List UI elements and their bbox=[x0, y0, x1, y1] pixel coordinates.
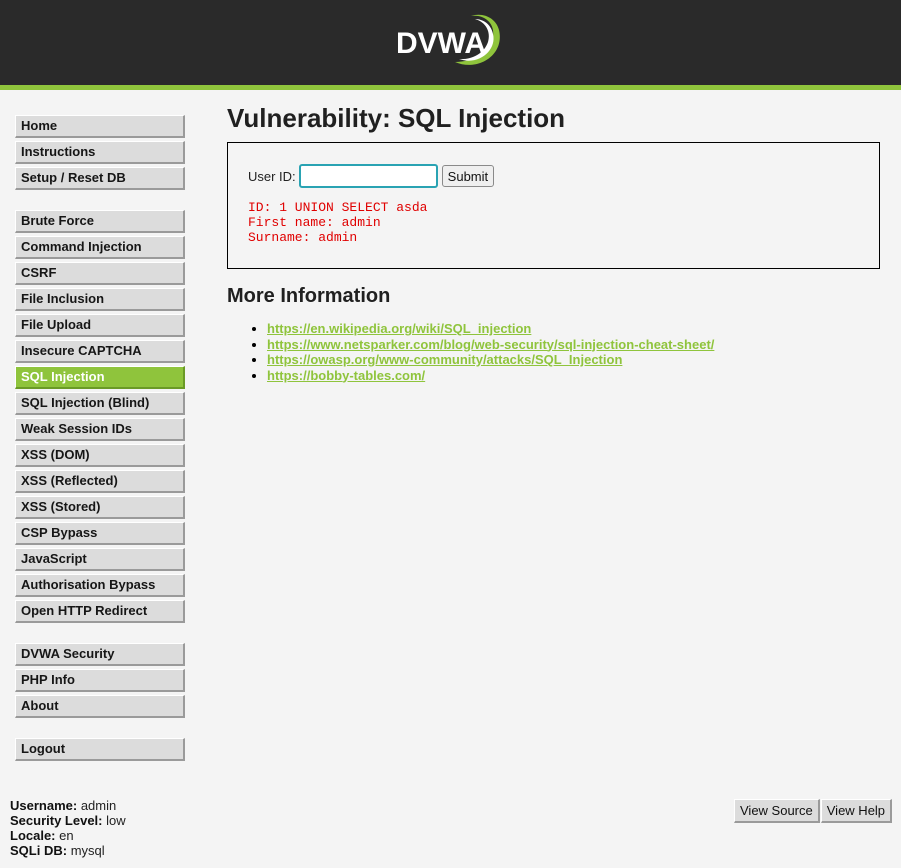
list-item: https://en.wikipedia.org/wiki/SQL_inject… bbox=[267, 321, 714, 337]
sqli-db-row: SQLi DB: mysql bbox=[10, 843, 126, 858]
list-item: https://www.netsparker.com/blog/web-secu… bbox=[267, 337, 714, 353]
menu-item-brute-force[interactable]: Brute Force bbox=[15, 210, 185, 233]
security-level-value: low bbox=[106, 813, 126, 828]
locale-value: en bbox=[59, 828, 74, 843]
username-label: Username: bbox=[10, 798, 78, 813]
list-item: https://owasp.org/www-community/attacks/… bbox=[267, 352, 714, 368]
reference-links-list: https://en.wikipedia.org/wiki/SQL_inject… bbox=[253, 321, 714, 383]
menu-item-command-injection[interactable]: Command Injection bbox=[15, 236, 185, 259]
menu-item-logout[interactable]: Logout bbox=[15, 738, 185, 761]
menu-item-weak-session-ids[interactable]: Weak Session IDs bbox=[15, 418, 185, 441]
view-help-button[interactable]: View Help bbox=[820, 799, 893, 823]
menu-item-authorisation-bypass[interactable]: Authorisation Bypass bbox=[15, 574, 185, 597]
menu-item-instructions[interactable]: Instructions bbox=[15, 141, 185, 164]
menu-item-about[interactable]: About bbox=[15, 695, 185, 718]
menu-item-dvwa-security[interactable]: DVWA Security bbox=[15, 643, 185, 666]
result-line-surname: Surname: admin bbox=[248, 230, 358, 245]
user-id-label: User ID: bbox=[248, 168, 296, 184]
view-source-button[interactable]: View Source bbox=[734, 799, 820, 823]
menu-item-open-http-redirect[interactable]: Open HTTP Redirect bbox=[15, 600, 185, 623]
result-line-first-name: First name: admin bbox=[248, 215, 381, 230]
sqli-db-label: SQLi DB: bbox=[10, 843, 68, 858]
list-item: https://bobby-tables.com/ bbox=[267, 368, 714, 384]
link-wikipedia-sql-injection[interactable]: https://en.wikipedia.org/wiki/SQL_inject… bbox=[267, 321, 531, 336]
locale-label: Locale: bbox=[10, 828, 56, 843]
menu-item-insecure-captcha[interactable]: Insecure CAPTCHA bbox=[15, 340, 185, 363]
menu-item-file-upload[interactable]: File Upload bbox=[15, 314, 185, 337]
menu-item-home[interactable]: Home bbox=[15, 115, 185, 138]
main-content: Vulnerability: SQL Injection User ID: Su… bbox=[227, 100, 882, 383]
menu-item-xss-dom[interactable]: XSS (DOM) bbox=[15, 444, 185, 467]
menu-item-file-inclusion[interactable]: File Inclusion bbox=[15, 288, 185, 311]
user-id-input[interactable] bbox=[298, 164, 438, 188]
menu-item-sql-injection-blind[interactable]: SQL Injection (Blind) bbox=[15, 392, 185, 415]
footer-buttons: View Source View Help bbox=[734, 799, 893, 823]
header-accent-stripe bbox=[0, 85, 901, 90]
session-info: Username: admin Security Level: low Loca… bbox=[10, 798, 126, 858]
dvwa-logo[interactable]: DVWA bbox=[393, 10, 505, 74]
sqli-db-value: mysql bbox=[70, 843, 105, 858]
username-value: admin bbox=[80, 798, 117, 813]
query-result: ID: 1 UNION SELECT asda First name: admi… bbox=[248, 200, 427, 245]
page-title: Vulnerability: SQL Injection bbox=[227, 103, 566, 133]
submit-button[interactable]: Submit bbox=[441, 165, 495, 187]
security-level-row: Security Level: low bbox=[10, 813, 126, 828]
svg-text:DVWA: DVWA bbox=[396, 27, 486, 60]
menu-item-javascript[interactable]: JavaScript bbox=[15, 548, 185, 571]
menu-item-sql-injection[interactable]: SQL Injection bbox=[15, 366, 185, 389]
menu-group-settings: DVWA Security PHP Info About bbox=[15, 643, 185, 721]
link-netsparker-cheat-sheet[interactable]: https://www.netsparker.com/blog/web-secu… bbox=[267, 337, 714, 352]
menu-group-main: Home Instructions Setup / Reset DB bbox=[15, 115, 185, 193]
menu-item-csrf[interactable]: CSRF bbox=[15, 262, 185, 285]
menu-item-php-info[interactable]: PHP Info bbox=[15, 669, 185, 692]
menu-item-xss-stored[interactable]: XSS (Stored) bbox=[15, 496, 185, 519]
result-line-id: ID: 1 UNION SELECT asda bbox=[248, 200, 428, 215]
link-bobby-tables[interactable]: https://bobby-tables.com/ bbox=[267, 368, 425, 383]
locale-row: Locale: en bbox=[10, 828, 126, 843]
security-level-label: Security Level: bbox=[10, 813, 103, 828]
menu-item-xss-reflected[interactable]: XSS (Reflected) bbox=[15, 470, 185, 493]
header: DVWA bbox=[0, 0, 901, 85]
menu-group-logout: Logout bbox=[15, 738, 185, 764]
menu-group-vulnerabilities: Brute Force Command Injection CSRF File … bbox=[15, 210, 185, 626]
username-row: Username: admin bbox=[10, 798, 126, 813]
link-owasp-sql-injection[interactable]: https://owasp.org/www-community/attacks/… bbox=[267, 352, 622, 367]
more-information-heading: More Information bbox=[227, 285, 391, 307]
vulnerable-form-box: User ID: Submit ID: 1 UNION SELECT asda … bbox=[227, 142, 880, 269]
user-id-form: User ID: Submit bbox=[248, 164, 495, 188]
menu-item-csp-bypass[interactable]: CSP Bypass bbox=[15, 522, 185, 545]
menu-item-setup-reset-db[interactable]: Setup / Reset DB bbox=[15, 167, 185, 190]
